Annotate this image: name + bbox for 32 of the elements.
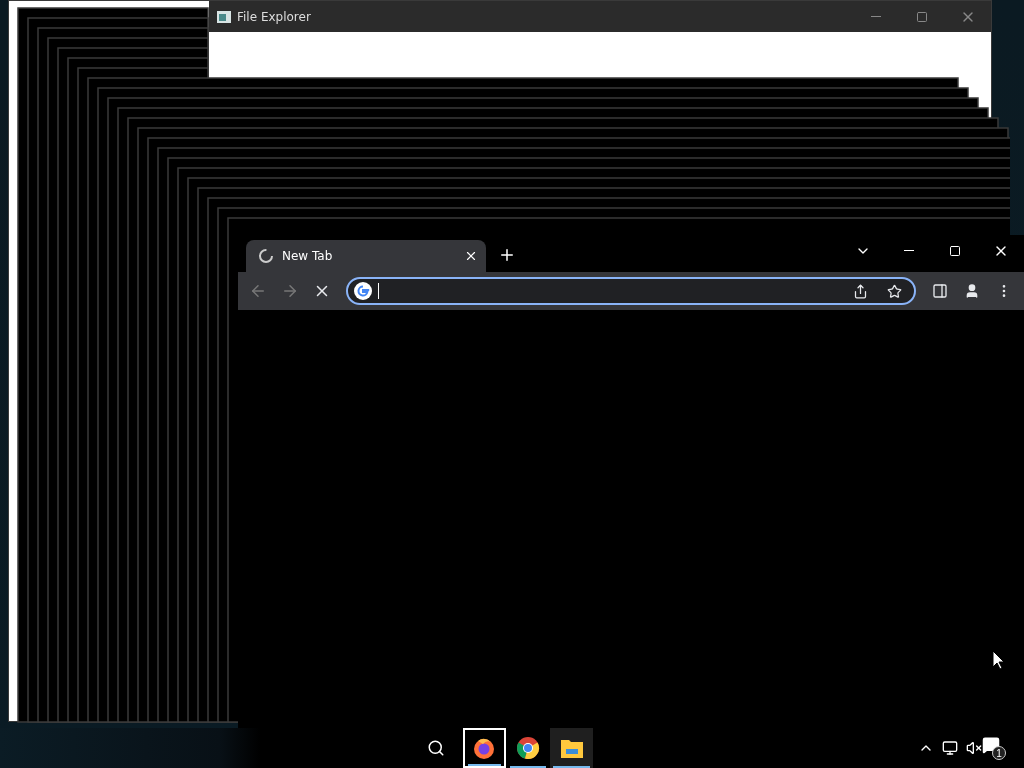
- person-icon: [964, 283, 980, 299]
- browser-tab[interactable]: New Tab: [246, 240, 486, 272]
- taskbar-app-button[interactable]: [550, 728, 593, 768]
- loading-icon: [258, 248, 274, 264]
- window-title: File Explorer: [237, 9, 311, 24]
- minimize-icon: [904, 250, 914, 251]
- mouse-pointer-icon: [992, 650, 1006, 670]
- search-icon: [427, 739, 446, 757]
- maximize-icon: [916, 10, 928, 23]
- notifications-button[interactable]: 1: [982, 736, 1006, 760]
- star-icon: [886, 283, 902, 299]
- maximize-icon: [949, 244, 961, 257]
- address-field[interactable]: [346, 277, 916, 305]
- firefox-icon: [472, 736, 497, 760]
- window-icon: [217, 10, 231, 23]
- taskbar-app-button[interactable]: [462, 728, 506, 768]
- close-tab-button[interactable]: [464, 249, 478, 263]
- folder-icon: [559, 737, 584, 759]
- muted-speaker-icon[interactable]: [966, 740, 982, 756]
- text-cursor: [378, 283, 379, 299]
- share-icon: [852, 283, 868, 299]
- google-icon: [354, 282, 372, 300]
- plus-icon: [498, 246, 516, 264]
- side-panel-icon: [932, 283, 948, 299]
- minimize-icon: [871, 16, 881, 17]
- tab-title: New Tab: [282, 249, 333, 263]
- network-icon[interactable]: [942, 740, 958, 756]
- new-tab-button[interactable]: [498, 246, 516, 264]
- close-icon: [464, 249, 478, 263]
- notification-count: 1: [992, 746, 1006, 760]
- chrome-icon: [516, 736, 541, 760]
- arrow-right-icon: [281, 282, 299, 300]
